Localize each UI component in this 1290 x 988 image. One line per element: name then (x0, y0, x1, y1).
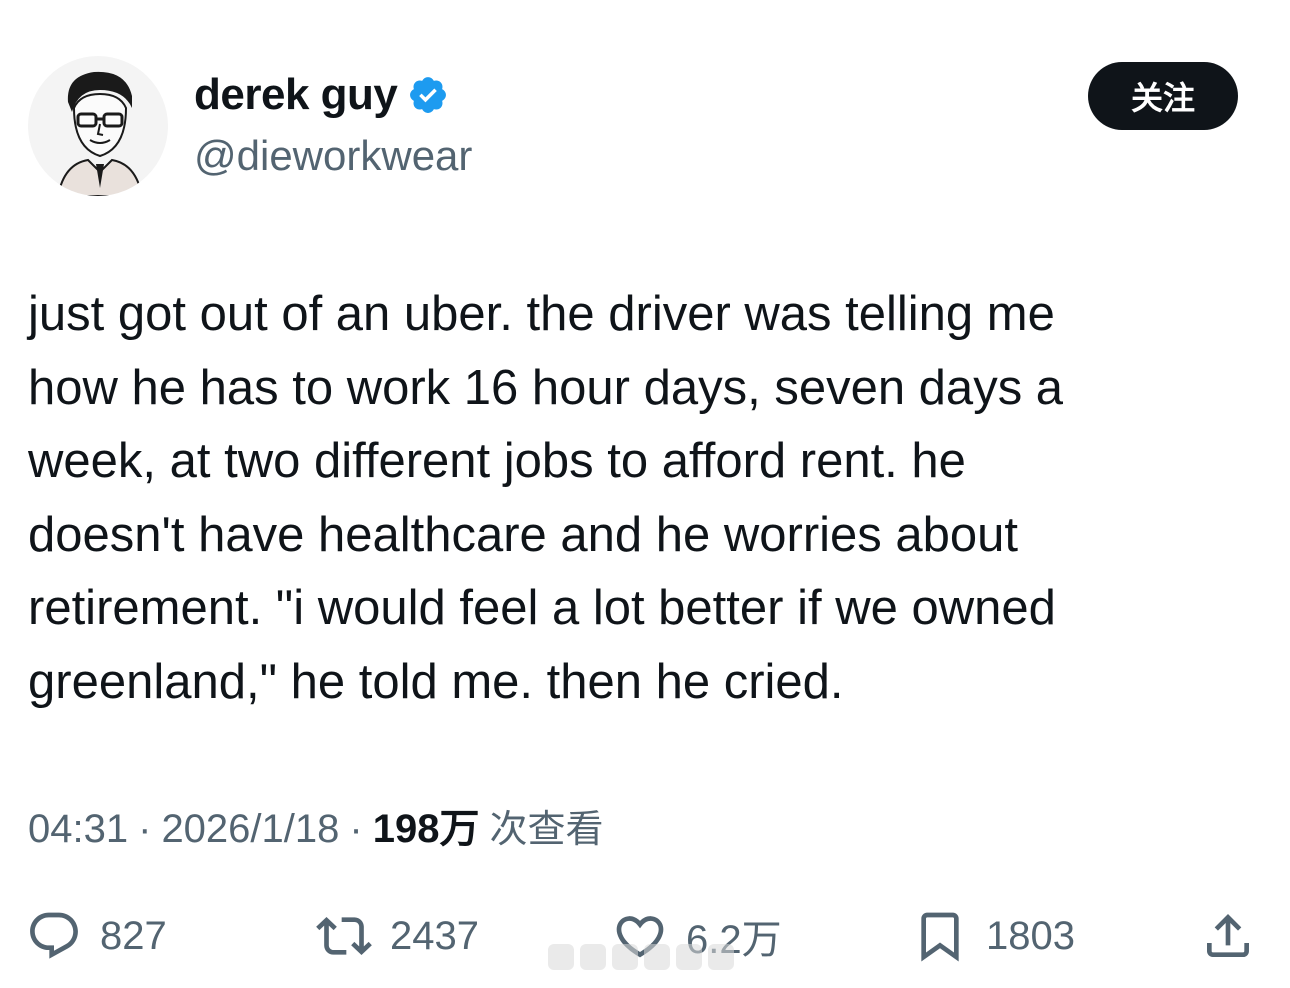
bookmark-button[interactable]: 1803 (912, 896, 1075, 976)
meta-separator: · (349, 807, 363, 851)
author-display-name[interactable]: derek guy (194, 70, 398, 120)
retweet-count: 2437 (390, 913, 479, 958)
meta-separator: · (138, 807, 152, 851)
retweet-icon (316, 917, 372, 955)
share-button[interactable] (1200, 896, 1256, 976)
follow-button[interactable]: 关注 (1088, 62, 1238, 130)
tweet-time[interactable]: 04:31 (28, 807, 128, 852)
views-label: 次查看 (489, 807, 604, 851)
author-handle[interactable]: @dieworkwear (194, 132, 472, 180)
avatar-illustration (28, 56, 168, 196)
author-name-row: derek guy (194, 70, 449, 120)
reply-icon (30, 912, 78, 959)
views-count: 198万 (372, 807, 480, 851)
avatar[interactable] (28, 56, 168, 196)
share-icon (1207, 914, 1249, 957)
verified-badge-icon (410, 77, 447, 113)
tweet-meta: 04:31 · 2026/1/18 · 198万 次查看 (28, 796, 603, 854)
bookmark-icon (921, 912, 959, 962)
reply-button[interactable]: 827 (26, 896, 167, 976)
tweet-date[interactable]: 2026/1/18 (161, 807, 339, 852)
retweet-button[interactable]: 2437 (316, 896, 479, 976)
bookmark-count: 1803 (986, 913, 1075, 958)
watermark (548, 938, 748, 974)
reply-count: 827 (100, 913, 167, 958)
tweet-text: just got out of an uber. the driver was … (28, 287, 1064, 709)
